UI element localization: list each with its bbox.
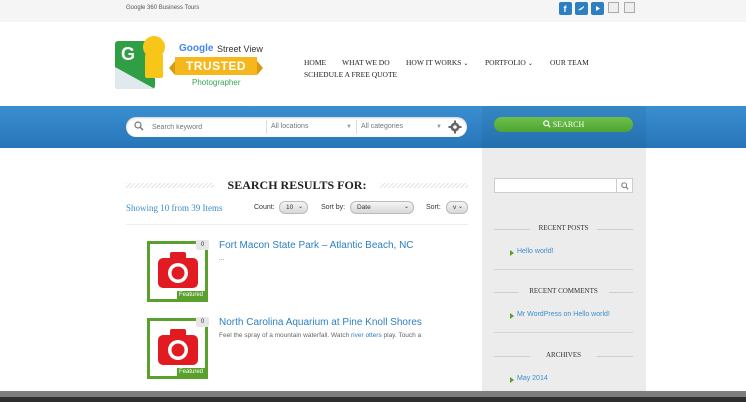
search-icon — [621, 182, 629, 190]
caret-down-icon: ⌄ — [297, 204, 303, 210]
browser-bottom-bar — [0, 391, 746, 402]
search-input[interactable] — [152, 120, 262, 134]
page-title: SEARCH RESULTS FOR: — [227, 178, 367, 192]
sidebar-search-button[interactable] — [616, 179, 632, 192]
widget-title-archives: ARCHIVES — [494, 351, 633, 361]
search-icon — [134, 121, 144, 131]
chevron-down-icon: ⌄ — [463, 61, 469, 67]
caret-down-icon: ⌄ — [457, 204, 463, 210]
search-band: All locations▼ All categories▼ SEARCH — [0, 106, 746, 148]
listing-thumbnail[interactable]: Featured — [147, 318, 208, 379]
list-item: Featured 0 North Carolina Aquarium at Pi… — [147, 317, 467, 380]
site-logo[interactable]: G Google Street View TRUSTED Photographe… — [115, 34, 265, 94]
count-label: Count: — [254, 204, 275, 211]
category-select[interactable]: All categories ▼ — [356, 120, 446, 134]
comment-count-badge: 0 — [196, 317, 209, 327]
nav-our-team[interactable]: Our Team — [550, 58, 589, 67]
featured-badge: Featured — [176, 291, 205, 299]
caret-down-icon: ⌄ — [403, 204, 409, 210]
featured-badge: Featured — [176, 368, 205, 376]
nav-how-it-works[interactable]: How It Works ⌄ — [406, 58, 468, 67]
search-form: All locations▼ All categories▼ — [126, 117, 467, 137]
listing-excerpt: ... — [219, 255, 225, 262]
sortby-select[interactable]: Date ⌄ — [350, 201, 414, 214]
listing-title-link[interactable]: Fort Macon State Park – Atlantic Beach, … — [219, 240, 414, 251]
sort-order-select[interactable]: v ⌄ — [446, 201, 468, 214]
youtube-icon[interactable] — [591, 2, 604, 15]
sortby-label: Sort by: — [321, 204, 346, 211]
results-count-text: Showing 10 from 39 Items — [126, 203, 223, 213]
widget-title-recent-posts: RECENT POSTS — [494, 224, 633, 234]
camera-icon — [158, 329, 198, 365]
archive-link[interactable]: May 2014 — [510, 375, 548, 383]
listing-thumbnail[interactable]: Featured — [147, 241, 208, 302]
top-bar: Google 360 Business Tours f — [0, 0, 746, 22]
caret-down-icon: ▼ — [346, 124, 352, 130]
excerpt-link[interactable]: river otters — [351, 332, 382, 339]
chevron-down-icon: ⌄ — [527, 61, 533, 67]
search-icon — [542, 120, 551, 128]
search-button[interactable]: SEARCH — [494, 117, 633, 132]
list-item: Featured 0 Fort Macon State Park – Atlan… — [147, 240, 467, 303]
site-header: G Google Street View TRUSTED Photographe… — [0, 22, 746, 106]
nav-portfolio[interactable]: Portfolio ⌄ — [485, 58, 533, 67]
comment-count-badge: 0 — [196, 240, 209, 250]
recent-post-link[interactable]: Hello world! — [510, 248, 554, 256]
caret-down-icon: ▼ — [436, 124, 442, 130]
count-select[interactable]: 10 ⌄ — [279, 201, 308, 214]
broken-image-icon[interactable] — [608, 2, 619, 13]
nav-schedule-quote[interactable]: Schedule A Free Quote — [304, 70, 397, 79]
nav-what-we-do[interactable]: What We Do — [342, 58, 390, 67]
listing-title-link[interactable]: North Carolina Aquarium at Pine Knoll Sh… — [219, 317, 422, 328]
trusted-ribbon: TRUSTED — [169, 57, 263, 75]
advanced-search-gear-icon[interactable] — [448, 120, 462, 134]
facebook-icon[interactable]: f — [559, 2, 572, 15]
widget-title-recent-comments: RECENT COMMENTS — [494, 287, 633, 297]
recent-comment-link[interactable]: Mr WordPress on Hello world! — [510, 311, 610, 319]
broken-image-icon[interactable] — [624, 2, 635, 13]
svg-text:f: f — [564, 4, 568, 13]
site-tagline: Google 360 Business Tours — [126, 5, 200, 11]
results-heading: SEARCH RESULTS FOR: — [126, 178, 468, 192]
sidebar-search-input[interactable] — [494, 178, 633, 193]
camera-icon — [158, 252, 198, 288]
location-select[interactable]: All locations ▼ — [266, 120, 356, 134]
twitter-icon[interactable] — [575, 2, 588, 15]
sort-label: Sort: — [426, 204, 441, 211]
listing-excerpt: Feel the spray of a mountain waterfall. … — [219, 332, 422, 339]
nav-home[interactable]: Home — [304, 58, 326, 67]
